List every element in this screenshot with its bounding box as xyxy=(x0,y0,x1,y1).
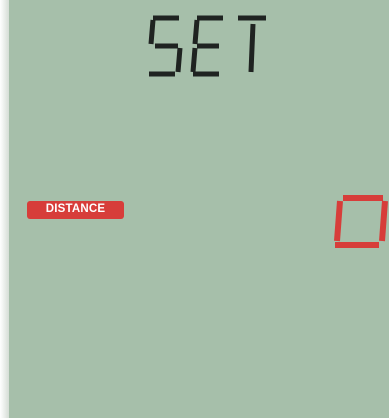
lcd-display: SET DIST xyxy=(9,0,389,418)
distance-label-badge: DISTANCE xyxy=(27,201,124,219)
display-edge-shade xyxy=(0,0,9,418)
mode-segment-text: SET xyxy=(145,10,275,82)
distance-label-text: DISTANCE xyxy=(45,203,106,216)
distance-value-segment: 0 xyxy=(332,193,389,249)
